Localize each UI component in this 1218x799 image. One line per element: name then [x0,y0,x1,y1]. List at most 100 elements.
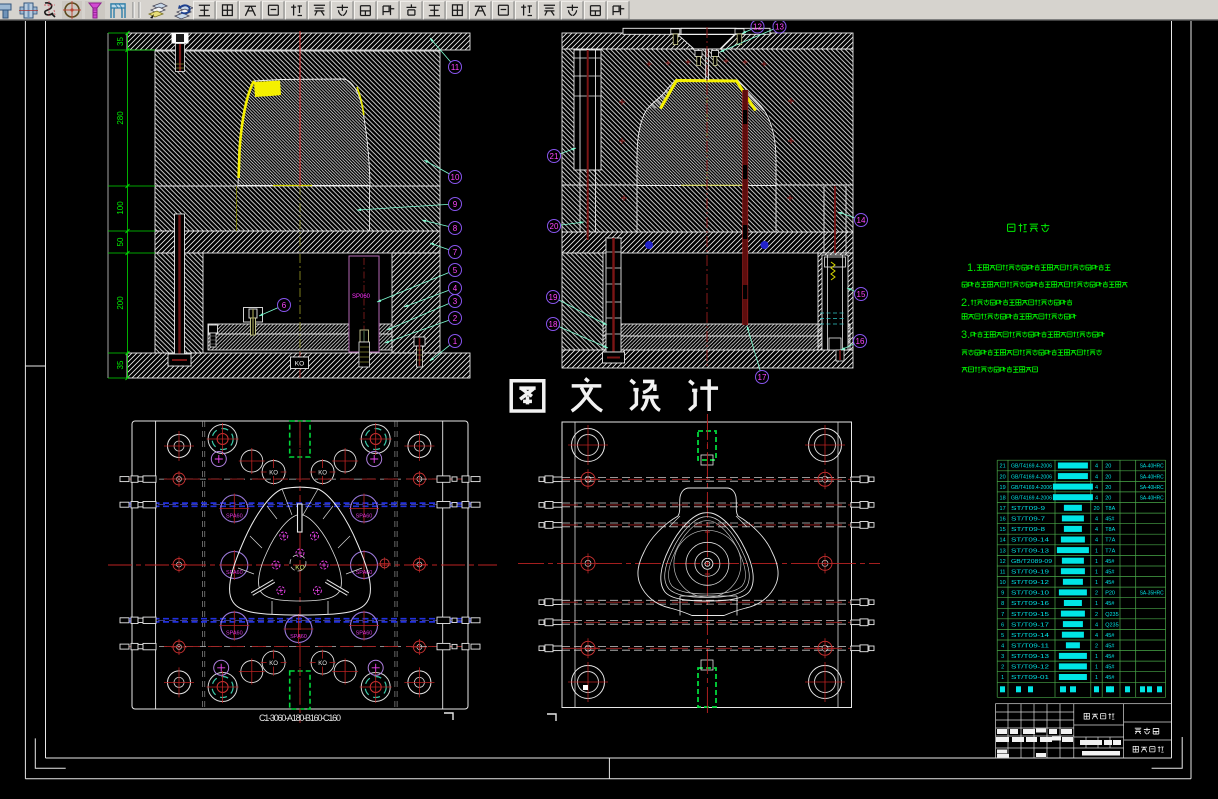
svg-text:1: 1 [1095,601,1098,607]
svg-text:45#: 45# [1105,580,1115,586]
svg-text:1: 1 [1095,548,1098,554]
svg-text:1: 1 [1095,580,1098,586]
svg-text:ST/T09-13: ST/T09-13 [1011,654,1049,660]
svg-text:1: 1 [1095,559,1098,565]
svg-text:ST/T09-14: ST/T09-14 [1011,538,1049,544]
svg-text:KO: KO [269,471,278,477]
svg-text:T7A: T7A [1105,538,1115,544]
svg-text:SA-40HRC: SA-40HRC [1140,485,1164,491]
svg-text:KO: KO [318,661,327,667]
svg-text:2.: 2. [961,297,970,309]
svg-text:ST/T09-16: ST/T09-16 [1011,601,1049,607]
svg-text:SPA60: SPA60 [226,514,243,520]
svg-text:2: 2 [1095,612,1098,618]
svg-text:20: 20 [1000,474,1006,480]
svg-text:45#: 45# [1105,570,1115,576]
svg-text:4: 4 [453,284,458,293]
svg-text:SPA60: SPA60 [356,570,373,576]
svg-text:8: 8 [453,224,458,233]
svg-text:15: 15 [1000,527,1006,533]
svg-text:1: 1 [1095,654,1098,660]
svg-text:ST/T09-11: ST/T09-11 [1011,644,1049,650]
svg-text:GB/T4169.4-2006: GB/T4169.4-2006 [1011,485,1052,491]
svg-text:20: 20 [1093,506,1099,512]
svg-text:14: 14 [1000,538,1006,544]
svg-text:45#: 45# [1105,675,1115,681]
svg-text:SPA60: SPA60 [226,631,243,637]
svg-text:1.: 1. [967,262,976,274]
svg-text:C1-3060-A180-B160-C160: C1-3060-A180-B160-C160 [259,713,341,723]
svg-text:11: 11 [451,63,460,72]
svg-text:GB/T4169.4-2006: GB/T4169.4-2006 [1011,464,1052,470]
svg-text:SPA60: SPA60 [290,634,307,640]
svg-text:45#: 45# [1105,644,1115,650]
svg-text:9: 9 [453,200,458,209]
svg-text:16: 16 [856,337,865,346]
svg-text:GB/T2089-09: GB/T2089-09 [1011,559,1052,565]
svg-text:KO: KO [295,565,304,572]
svg-text:20: 20 [1105,464,1111,470]
svg-text:45#: 45# [1105,665,1115,671]
svg-text:ST/T09-7: ST/T09-7 [1011,517,1045,523]
svg-text:1: 1 [1001,675,1004,681]
svg-text:2: 2 [1001,665,1004,671]
svg-text:280: 280 [116,111,125,125]
svg-text:ST/T09-12: ST/T09-12 [1011,665,1049,671]
svg-text:5: 5 [453,266,458,275]
svg-text:KO: KO [269,661,278,667]
svg-text:10: 10 [451,173,460,182]
svg-text:ST/T09-01: ST/T09-01 [1011,675,1049,681]
svg-text:SA-35HRC: SA-35HRC [1140,591,1164,597]
svg-text:16: 16 [1000,517,1006,523]
svg-text:ST/T09-14: ST/T09-14 [1011,633,1049,639]
svg-text:ST/T09-17: ST/T09-17 [1011,622,1049,628]
svg-text:19: 19 [1000,485,1006,491]
svg-text:50: 50 [116,237,125,246]
svg-text:3: 3 [1001,654,1004,660]
svg-text:KO: KO [318,471,327,477]
svg-text:3.: 3. [961,329,970,341]
svg-text:13: 13 [775,22,784,31]
svg-text:1: 1 [1095,665,1098,671]
svg-text:ST/T09-19: ST/T09-19 [1011,570,1049,576]
svg-text:15: 15 [857,290,866,299]
svg-text:45#: 45# [1105,601,1115,607]
svg-text:17: 17 [758,373,767,382]
svg-text:4: 4 [1095,527,1098,533]
svg-text:Q235: Q235 [1105,612,1118,618]
svg-text:12: 12 [1000,559,1006,565]
svg-text:13: 13 [1000,548,1006,554]
svg-text:7: 7 [1001,612,1004,618]
svg-text:ST/T09-9: ST/T09-9 [1011,506,1045,512]
svg-text:SP060: SP060 [352,294,371,300]
svg-text:2: 2 [453,314,458,323]
svg-text:8: 8 [1001,601,1004,607]
svg-text:4: 4 [1095,485,1098,491]
svg-text:2: 2 [1095,644,1098,650]
svg-text:4: 4 [1095,633,1098,639]
svg-text:GB/T4169.4-2006: GB/T4169.4-2006 [1011,495,1052,501]
svg-text:4: 4 [1095,517,1098,523]
svg-text:4: 4 [1095,622,1098,628]
svg-text:18: 18 [549,320,558,329]
svg-text:45#: 45# [1105,559,1115,565]
svg-text:20: 20 [1105,485,1111,491]
svg-text:4: 4 [1095,474,1098,480]
svg-text:T8A: T8A [1105,506,1115,512]
svg-text:17: 17 [1000,506,1006,512]
svg-text:9: 9 [1001,591,1004,597]
svg-text:SPA60: SPA60 [356,631,373,637]
svg-text:T8A: T8A [1105,527,1115,533]
svg-text:SA-40HRC: SA-40HRC [1140,464,1164,470]
svg-text:SA-40HRC: SA-40HRC [1140,474,1164,480]
svg-text:ST/T09-13: ST/T09-13 [1011,548,1049,554]
svg-text:3: 3 [453,297,458,306]
svg-text:45#: 45# [1105,654,1115,660]
svg-text:4: 4 [1095,538,1098,544]
svg-text:SA-40HRC: SA-40HRC [1140,495,1164,501]
svg-text:Q235: Q235 [1105,622,1118,628]
svg-text:2: 2 [1095,591,1098,597]
svg-text:6: 6 [1001,622,1004,628]
svg-text:5: 5 [1001,633,1004,639]
svg-text:35: 35 [116,360,125,369]
